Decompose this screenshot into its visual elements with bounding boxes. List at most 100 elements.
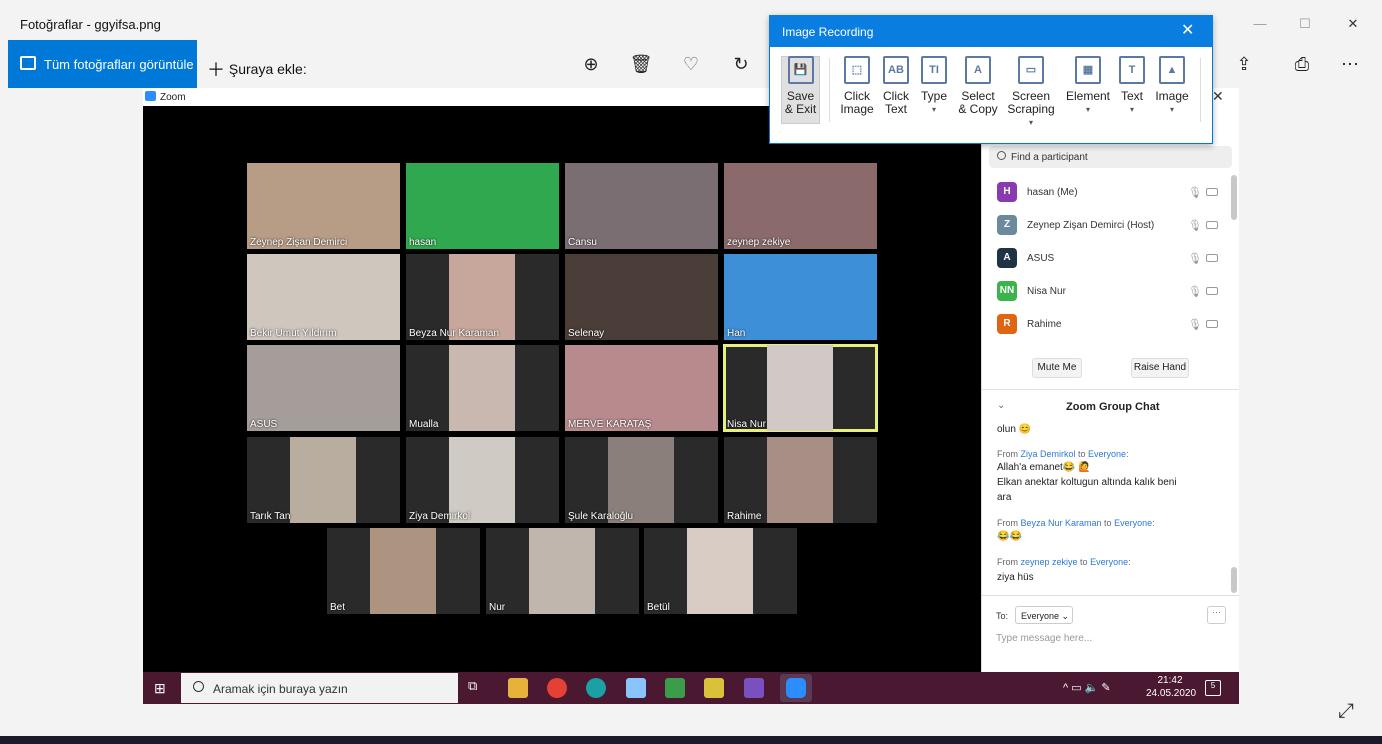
microphone-icon[interactable]: 🎙: [1188, 285, 1202, 298]
video-tile[interactable]: Betül: [644, 528, 797, 614]
participant-name: Zeynep Zişan Demirci: [250, 237, 348, 248]
participant-row[interactable]: Z Zeynep Zişan Demirci (Host) 🎙: [997, 215, 1227, 237]
screen-scraping-button[interactable]: ▭ Screen Scraping ▾: [1004, 52, 1058, 132]
paint-app-icon[interactable]: [704, 678, 724, 698]
notification-center-icon[interactable]: 5: [1205, 680, 1221, 696]
participant-row[interactable]: NN Nisa Nur 🎙: [997, 281, 1227, 303]
image-button[interactable]: ▲ Image ▾: [1153, 52, 1191, 132]
video-tile[interactable]: Nur: [486, 528, 639, 614]
button-label: Image: [1155, 89, 1189, 103]
camera-icon[interactable]: [1206, 221, 1218, 229]
participant-row[interactable]: R Rahime 🎙: [997, 314, 1227, 336]
video-tile[interactable]: Zeynep Zişan Demirci: [247, 163, 400, 249]
taskbar-search-box[interactable]: Aramak için buraya yazın: [181, 673, 458, 703]
text-button[interactable]: T Text ▾: [1117, 52, 1147, 132]
close-button[interactable]: ✕: [1343, 16, 1363, 31]
chat-message: Allah'a emanet😂 🙋: [997, 462, 1091, 473]
view-all-photos-button[interactable]: Tüm fotoğrafları görüntüle: [8, 40, 197, 88]
minimize-button[interactable]: —: [1250, 16, 1270, 31]
type-button[interactable]: TI Type ▾: [917, 52, 951, 132]
rotate-icon[interactable]: ↻: [729, 52, 753, 76]
favorite-heart-icon[interactable]: ♡: [679, 52, 703, 76]
fullscreen-expand-icon[interactable]: ⤢: [1338, 700, 1354, 723]
media-app-icon[interactable]: [665, 678, 685, 698]
add-to-label: Şuraya ekle:: [228, 61, 307, 77]
close-panel-icon[interactable]: ✕: [1212, 88, 1224, 105]
add-to-button[interactable]: ＋ Şuraya ekle:: [207, 56, 307, 82]
microphone-icon[interactable]: 🎙: [1188, 318, 1202, 331]
microphone-icon[interactable]: 🎙: [1188, 252, 1202, 265]
share-icon[interactable]: ⇪: [1232, 52, 1256, 76]
maximize-button[interactable]: ☐: [1295, 16, 1315, 31]
participant-video: [290, 437, 356, 523]
participant-name: Şule Karaloğlu: [568, 511, 634, 522]
chat-scrollbar[interactable]: [1231, 567, 1237, 593]
more-options-icon[interactable]: ⋯: [1338, 52, 1362, 76]
zoom-logo-icon: [145, 91, 156, 101]
camera-icon[interactable]: [1206, 320, 1218, 328]
video-tile[interactable]: MERVE KARATAŞ: [565, 345, 718, 431]
camera-icon[interactable]: [1206, 254, 1218, 262]
video-tile[interactable]: Cansu: [565, 163, 718, 249]
raise-hand-button[interactable]: Raise Hand: [1131, 358, 1189, 378]
save-button[interactable]: 💾 Save & Exit: [781, 52, 820, 132]
taskbar-clock[interactable]: 21:42 24.05.2020: [1146, 674, 1196, 700]
visual-studio-icon[interactable]: [744, 678, 764, 698]
participants-scrollbar[interactable]: [1231, 175, 1237, 220]
participant-row[interactable]: H hasan (Me) 🎙: [997, 182, 1227, 204]
video-tile[interactable]: Beyza Nur Karaman: [406, 254, 559, 340]
video-tile[interactable]: Rahime: [724, 437, 877, 523]
participant-name: zeynep zekiye: [727, 237, 791, 248]
click-text-button[interactable]: AB Click Text: [877, 52, 915, 132]
search-icon: [997, 151, 1006, 160]
element-button[interactable]: ▦ Element ▾: [1064, 52, 1112, 132]
app-cube-icon[interactable]: [626, 678, 646, 698]
chevron-down-icon[interactable]: ⌄: [997, 400, 1005, 411]
video-tile[interactable]: Bekir Umut Yıldırım: [247, 254, 400, 340]
camera-icon[interactable]: [1206, 188, 1218, 196]
divider: [1200, 58, 1201, 122]
video-tile[interactable]: zeynep zekiye: [724, 163, 877, 249]
select-copy-button[interactable]: A Select & Copy: [955, 52, 1001, 132]
file-explorer-icon[interactable]: [508, 678, 528, 698]
chat-message-input[interactable]: Type message here...: [996, 633, 1092, 644]
windows-start-icon[interactable]: ⊞: [154, 680, 166, 697]
recipient-dropdown[interactable]: Everyone ⌄: [1015, 606, 1073, 624]
avatar: H: [997, 182, 1017, 202]
video-tile[interactable]: Şule Karaloğlu: [565, 437, 718, 523]
video-tile[interactable]: Nisa Nur: [723, 344, 878, 432]
mute-me-button[interactable]: Mute Me: [1032, 358, 1082, 378]
microphone-icon[interactable]: 🎙: [1188, 219, 1202, 232]
image-recording-title: Image Recording: [782, 25, 874, 39]
recipient-name: Everyone: [1114, 518, 1153, 528]
video-tile[interactable]: Bet: [327, 528, 480, 614]
divider: [981, 389, 1239, 390]
recipient-name: Everyone: [1088, 449, 1127, 459]
participant-video: [687, 528, 753, 614]
dropdown-arrow-icon: ▾: [1028, 118, 1033, 127]
video-tile[interactable]: ASUS: [247, 345, 400, 431]
close-icon[interactable]: ✕: [1181, 20, 1194, 40]
video-tile[interactable]: Selenay: [565, 254, 718, 340]
dropdown-arrow-icon: ▾: [1169, 105, 1174, 114]
avatar: R: [997, 314, 1017, 334]
find-participant-input[interactable]: Find a participant: [989, 146, 1232, 168]
video-tile[interactable]: Mualla: [406, 345, 559, 431]
delete-icon[interactable]: 🗑: [629, 52, 653, 76]
chat-sender-line: From Ziya Demirkol to Everyone:: [997, 449, 1129, 459]
microphone-icon[interactable]: 🎙: [1188, 186, 1202, 199]
print-icon[interactable]: ⎙: [1290, 52, 1314, 76]
arduino-icon[interactable]: [586, 678, 606, 698]
video-tile[interactable]: hasan: [406, 163, 559, 249]
video-tile[interactable]: Ziya Demirkol: [406, 437, 559, 523]
video-tile[interactable]: Han: [724, 254, 877, 340]
participant-row[interactable]: A ASUS 🎙: [997, 248, 1227, 270]
click-image-button[interactable]: ⬚ Click Image: [838, 52, 876, 132]
chrome-icon[interactable]: [547, 678, 567, 698]
system-tray-icons[interactable]: ^ ▭ 🔈 ✎: [1063, 681, 1111, 694]
video-tile[interactable]: Tarık Tan: [247, 437, 400, 523]
zoom-in-icon[interactable]: ⊕: [579, 52, 603, 76]
chat-more-button[interactable]: ···: [1207, 606, 1226, 624]
camera-icon[interactable]: [1206, 287, 1218, 295]
task-view-icon[interactable]: ⧉: [468, 678, 488, 698]
